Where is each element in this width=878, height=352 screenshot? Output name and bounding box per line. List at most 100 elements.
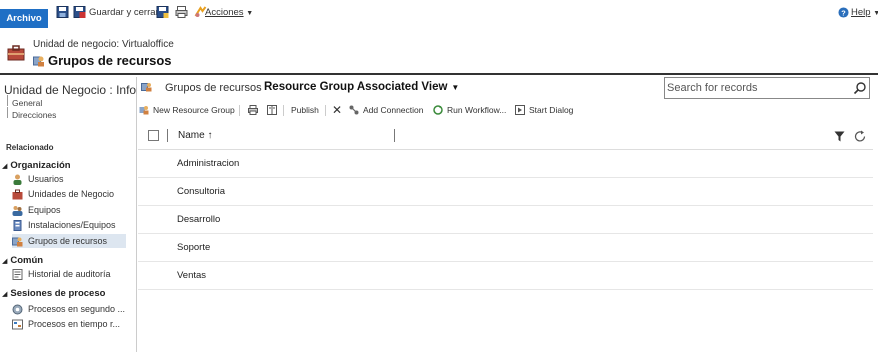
table-row[interactable]: Administracion bbox=[138, 150, 873, 178]
nav-item-label: Unidades de Negocio bbox=[28, 189, 115, 199]
start-dialog-button[interactable]: Start Dialog bbox=[515, 103, 573, 117]
grid-header: Name ↑ bbox=[138, 122, 873, 150]
help-menu[interactable]: Help ▼ bbox=[851, 7, 878, 18]
run-workflow-button[interactable]: Run Workflow... bbox=[433, 103, 506, 117]
new-resource-group-button[interactable]: New Resource Group bbox=[139, 103, 235, 117]
row-name-cell[interactable]: Desarrollo bbox=[177, 214, 220, 225]
row-name-cell[interactable]: Soporte bbox=[177, 242, 210, 253]
refresh-icon[interactable] bbox=[854, 130, 867, 143]
new-resource-group-icon bbox=[139, 106, 149, 115]
resource-group-icon bbox=[33, 56, 44, 67]
nav-item-facilities[interactable]: Instalaciones/Equipos bbox=[12, 218, 126, 232]
row-name-cell[interactable]: Consultoria bbox=[177, 186, 225, 197]
business-unit-line: Unidad de negocio: Virtualoffice bbox=[33, 39, 174, 50]
table-row[interactable]: Soporte bbox=[138, 234, 873, 262]
nav-item-label: Procesos en segundo ... bbox=[28, 304, 126, 314]
left-navigation: Unidad de Negocio : Infor... General Dir… bbox=[0, 77, 137, 352]
svg-text:?: ? bbox=[841, 8, 846, 17]
background-process-icon bbox=[12, 304, 23, 314]
actions-menu[interactable]: Acciones ▼ bbox=[205, 7, 253, 18]
select-all-checkbox[interactable] bbox=[148, 130, 159, 141]
save-close-button[interactable]: Guardar y cerrar bbox=[89, 7, 159, 18]
save-new-icon[interactable] bbox=[156, 6, 169, 18]
business-unit-icon bbox=[12, 189, 23, 199]
row-name-cell[interactable]: Ventas bbox=[177, 270, 206, 281]
help-label: Help bbox=[851, 7, 871, 18]
run-workflow-label: Run Workflow... bbox=[447, 105, 507, 115]
close-icon: ✕ bbox=[332, 103, 343, 117]
connection-icon bbox=[349, 105, 359, 115]
resource-group-entity-icon bbox=[7, 45, 25, 61]
chevron-down-icon: ▼ bbox=[873, 10, 878, 17]
table-row[interactable]: Desarrollo bbox=[138, 206, 873, 234]
nav-general[interactable]: General bbox=[6, 95, 42, 108]
workflow-icon bbox=[433, 105, 443, 115]
group-process-sessions[interactable]: ◢ Sesiones de proceso bbox=[2, 288, 105, 299]
view-selector[interactable]: Resource Group Associated View ▼ bbox=[264, 81, 459, 93]
nav-addresses[interactable]: Direcciones bbox=[6, 107, 56, 120]
nav-item-label: Procesos en tiempo r... bbox=[28, 319, 121, 329]
team-icon bbox=[12, 205, 23, 216]
view-entity-icon bbox=[141, 83, 152, 92]
actions-label: Acciones bbox=[205, 7, 244, 18]
chevron-down-icon: ▼ bbox=[451, 83, 460, 92]
column-header-name[interactable]: Name ↑ bbox=[178, 130, 212, 141]
nav-item-teams[interactable]: Equipos bbox=[12, 203, 126, 217]
publish-button[interactable]: Publish bbox=[291, 103, 319, 117]
ribbon: Archivo Guardar y cerrar Acciones ▼ ? He… bbox=[0, 0, 878, 28]
nav-item-label: Grupos de recursos bbox=[28, 236, 108, 246]
chevron-down-icon: ▼ bbox=[246, 10, 254, 17]
nav-item-background-processes[interactable]: Procesos en segundo ... bbox=[12, 302, 126, 316]
nav-item-realtime-processes[interactable]: Procesos en tiempo r... bbox=[12, 317, 126, 331]
group-common-label: Común bbox=[10, 255, 44, 266]
report-icon[interactable] bbox=[267, 105, 277, 115]
group-organization[interactable]: ◢ Organización bbox=[2, 160, 71, 171]
main-area: Grupos de recursos Resource Group Associ… bbox=[137, 77, 878, 352]
realtime-process-icon bbox=[12, 319, 23, 329]
separator bbox=[325, 105, 326, 116]
audit-history-icon bbox=[12, 268, 23, 280]
record-title[interactable]: Unidad de Negocio : Infor... bbox=[4, 83, 137, 97]
group-process-sessions-label: Sesiones de proceso bbox=[10, 288, 106, 299]
delete-button[interactable]: ✕ bbox=[332, 103, 342, 117]
form-header: Unidad de negocio: Virtualoffice Grupos … bbox=[0, 28, 878, 75]
print-icon[interactable] bbox=[248, 105, 258, 115]
nav-item-label: Usuarios bbox=[28, 174, 64, 184]
save-icon[interactable] bbox=[56, 6, 69, 18]
search-input[interactable] bbox=[667, 79, 847, 97]
dialog-icon bbox=[515, 105, 525, 115]
view-entity-label: Grupos de recursos bbox=[165, 82, 262, 94]
separator bbox=[283, 105, 284, 116]
view-name-label: Resource Group Associated View bbox=[264, 81, 448, 93]
nav-item-users[interactable]: Usuarios bbox=[12, 172, 126, 186]
facility-icon bbox=[13, 219, 22, 231]
nav-item-business-units[interactable]: Unidades de Negocio bbox=[12, 187, 126, 201]
save-close-icon[interactable] bbox=[73, 6, 86, 18]
collapse-triangle-icon: ◢ bbox=[2, 163, 8, 170]
group-common[interactable]: ◢ Común bbox=[2, 255, 43, 266]
nav-item-label: Historial de auditoría bbox=[28, 269, 111, 279]
search-icon[interactable] bbox=[853, 81, 867, 95]
separator bbox=[239, 105, 240, 116]
print-icon[interactable] bbox=[175, 6, 188, 18]
publish-label: Publish bbox=[291, 105, 319, 115]
resource-group-icon bbox=[12, 237, 23, 246]
user-icon bbox=[13, 174, 22, 185]
column-divider bbox=[167, 129, 168, 142]
add-connection-button[interactable]: Add Connection bbox=[349, 103, 424, 117]
nav-item-label: Instalaciones/Equipos bbox=[28, 220, 116, 230]
nav-item-audit-history[interactable]: Historial de auditoría bbox=[12, 267, 126, 281]
nav-item-resource-groups[interactable]: Grupos de recursos bbox=[12, 234, 126, 248]
table-row[interactable]: Ventas bbox=[138, 262, 873, 290]
command-bar: New Resource Group Publish ✕ Add Connect… bbox=[137, 103, 878, 119]
group-organization-label: Organización bbox=[10, 160, 71, 171]
column-divider[interactable] bbox=[394, 129, 395, 142]
collapse-triangle-icon: ◢ bbox=[2, 291, 8, 298]
file-tab[interactable]: Archivo bbox=[0, 9, 48, 28]
filter-icon[interactable] bbox=[834, 131, 845, 142]
related-label: Relacionado bbox=[6, 143, 54, 152]
collapse-triangle-icon: ◢ bbox=[2, 258, 8, 265]
table-row[interactable]: Consultoria bbox=[138, 178, 873, 206]
row-name-cell[interactable]: Administracion bbox=[177, 158, 239, 169]
help-icon[interactable]: ? bbox=[838, 7, 849, 18]
